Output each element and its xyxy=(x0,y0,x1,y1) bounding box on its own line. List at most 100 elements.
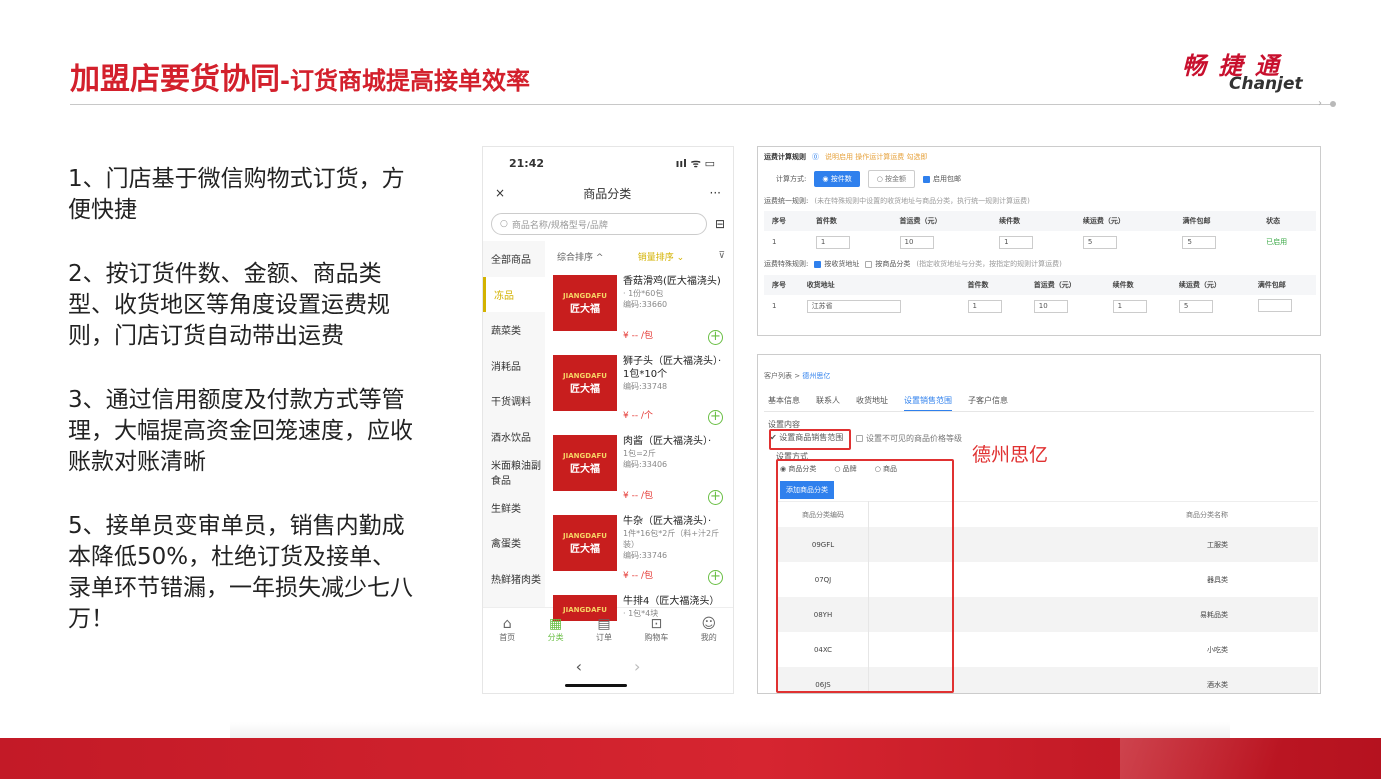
general-rule-note: (未在特殊规则中设置的收货地址与商品分类，执行统一规则计算运费) xyxy=(814,197,1030,205)
free-count-input[interactable]: 5 xyxy=(1182,235,1217,249)
freight-header: 运费计算规则 ⓪ 说明启用 操作运计算运费 勾选即 xyxy=(758,147,1320,167)
product-price: ¥ -- /包 xyxy=(623,491,653,501)
add-to-cart-icon[interactable]: + xyxy=(708,410,723,425)
page-title: 加盟店要货协同-订货商城提高接单效率 xyxy=(70,54,530,98)
point-3: 3、通过信用额度及付款方式等管理，大幅提高资金回笼速度，应收账款对账清晰 xyxy=(68,387,413,475)
product-code: 编码:33406 xyxy=(623,460,668,469)
title-sub: -订货商城提高接单效率 xyxy=(280,67,530,95)
special-opt-category[interactable]: 按商品分类 xyxy=(865,259,910,269)
column-header: 首运费（元） xyxy=(891,211,992,231)
free-count-input[interactable] xyxy=(1257,298,1292,312)
filter-icon[interactable]: ⊽ xyxy=(718,251,725,261)
tab-basic-info[interactable]: 基本信息 xyxy=(768,395,800,412)
add-to-cart-icon[interactable]: + xyxy=(708,570,723,585)
add-to-cart-icon[interactable]: + xyxy=(708,330,723,345)
checkbox-icon xyxy=(856,435,863,442)
first-fee-input[interactable]: 10 xyxy=(1033,299,1068,313)
chanjet-logo: 畅 捷 通 Chanjet xyxy=(1182,46,1322,96)
tab-contacts[interactable]: 联系人 xyxy=(816,395,840,412)
tab-sub-customers[interactable]: 子客户信息 xyxy=(968,395,1008,412)
column-header: 续件数 xyxy=(991,211,1075,231)
mode-by-count-button[interactable]: ◉ 按件数 xyxy=(814,171,860,187)
category-item[interactable]: 生鲜类 xyxy=(483,490,545,526)
tab-home[interactable]: ⌂ 首页 xyxy=(499,616,515,643)
column-header: 续运费（元） xyxy=(1170,275,1250,295)
tab-cart[interactable]: ⊡ 购物车 xyxy=(644,616,668,643)
column-header: 首运费（元） xyxy=(1025,275,1105,295)
category-item[interactable]: 全部商品 xyxy=(483,241,545,277)
checkbox-label: 按收货地址 xyxy=(824,260,860,268)
add-to-cart-icon[interactable]: + xyxy=(708,490,723,505)
first-fee-input[interactable]: 10 xyxy=(899,235,934,249)
extra-fee-input[interactable]: 5 xyxy=(1082,235,1117,249)
special-rule-label: 运费特殊规则: xyxy=(764,260,809,268)
special-opt-address[interactable]: 按收货地址 xyxy=(814,259,859,269)
back-icon[interactable]: ‹ xyxy=(576,657,582,676)
customer-sales-range-panel: 客户列表 > 德州思亿 基本信息 联系人 收货地址 设置销售范围 子客户信息 设… xyxy=(757,354,1321,694)
tab-divider xyxy=(764,411,1314,412)
help-icon[interactable]: ⓪ xyxy=(812,152,819,162)
product-image: JIANGDAFU 匠大福 xyxy=(553,435,617,491)
extra-count-input[interactable]: 1 xyxy=(999,235,1034,249)
product-name: 牛杂（匠大福浇头）· xyxy=(623,516,712,527)
free-shipping-toggle[interactable]: 启用包邮 xyxy=(923,174,961,184)
title-divider xyxy=(70,104,1332,105)
product-name: 香菇滑鸡(匠大福浇头) xyxy=(623,276,721,287)
calc-mode-row: 计算方式: ◉ 按件数 ○ 按金额 启用包邮 xyxy=(758,167,1320,191)
home-icon: ⌂ xyxy=(502,616,512,632)
price-level-checkbox[interactable]: 设置不可见的商品价格等级 xyxy=(856,433,962,444)
category-item[interactable]: 干货调料 xyxy=(483,383,545,419)
free-shipping-label: 启用包邮 xyxy=(933,175,962,183)
forward-icon[interactable]: › xyxy=(634,657,640,676)
category-item-active[interactable]: 冻品 xyxy=(483,276,545,312)
category-item[interactable]: 米面粮油副食品 xyxy=(483,454,545,490)
tab-mine[interactable]: ☺ 我的 xyxy=(701,616,717,643)
product-item[interactable]: JIANGDAFU 匠大福 肉酱（匠大福浇头）· 1包=2斤 编码:33406 ¥… xyxy=(549,431,733,511)
first-count-input[interactable]: 1 xyxy=(967,299,1002,313)
tab-label: 我的 xyxy=(700,633,717,642)
more-icon[interactable]: ··· xyxy=(710,186,721,200)
checkbox-icon xyxy=(814,260,822,268)
category-item[interactable]: 消耗品 xyxy=(483,348,545,384)
product-image: JIANGDAFU 匠大福 xyxy=(553,355,617,411)
sort-combined[interactable]: 综合排序 ^ xyxy=(557,250,603,263)
breadcrumb-parent[interactable]: 客户列表 > xyxy=(764,372,802,380)
tab-sales-range[interactable]: 设置销售范围 xyxy=(904,395,952,412)
sort-sales[interactable]: 销量排序 ⌄ xyxy=(638,250,684,263)
tab-category[interactable]: ▦ 分类 xyxy=(548,616,564,643)
extra-fee-input[interactable]: 5 xyxy=(1178,299,1213,313)
freight-rules-panel: 运费计算规则 ⓪ 说明启用 操作运计算运费 勾选即 计算方式: ◉ 按件数 ○ … xyxy=(757,146,1321,336)
search-input[interactable]: ○ 商品名称/规格型号/品牌 xyxy=(491,213,707,235)
first-count-input[interactable]: 1 xyxy=(815,235,850,249)
product-info: 牛排4（匠大福浇头） · 1包*4块 xyxy=(623,595,729,618)
column-header: 满件包邮 xyxy=(1249,275,1316,295)
column-header: 续运费（元） xyxy=(1074,211,1175,231)
category-item[interactable]: 蔬菜类 xyxy=(483,312,545,348)
product-item[interactable]: JIANGDAFU 匠大福 香菇滑鸡(匠大福浇头) · 1份*60包 编码:336… xyxy=(549,271,733,351)
extra-count-input[interactable]: 1 xyxy=(1112,299,1147,313)
mode-by-amount-button[interactable]: ○ 按金额 xyxy=(867,170,916,188)
product-item[interactable]: JIANGDAFU 匠大福 牛杂（匠大福浇头）· 1件*16包*2斤（料+汁2斤装… xyxy=(549,511,733,591)
product-item[interactable]: JIANGDAFU 匠大福 狮子头（匠大福浇头）· 1包*10个 编码:33748… xyxy=(549,351,733,431)
tab-label: 购物车 xyxy=(644,633,669,642)
tab-orders[interactable]: ▤ 订单 xyxy=(596,616,612,643)
category-item[interactable]: 酒水饮品 xyxy=(483,419,545,455)
close-icon[interactable]: × xyxy=(495,186,505,200)
checkbox-label: 设置不可见的商品价格等级 xyxy=(866,434,962,443)
scan-icon[interactable]: ⊟ xyxy=(715,217,725,231)
address-input[interactable]: 江苏省 xyxy=(806,299,901,313)
column-header: 序号 xyxy=(764,211,808,231)
breadcrumb: 客户列表 > 德州思亿 xyxy=(764,371,830,381)
mobile-order-screen: 21:42 ııl ᯤ ▭ × 商品分类 ··· ○ 商品名称/规格型号/品牌 … xyxy=(482,146,734,694)
category-item[interactable]: 禽蛋类 xyxy=(483,525,545,561)
search-placeholder: 商品名称/规格型号/品牌 xyxy=(511,220,608,231)
customer-tabs: 基本信息 联系人 收货地址 设置销售范围 子客户信息 xyxy=(768,395,1008,412)
tab-address[interactable]: 收货地址 xyxy=(856,395,888,412)
product-item[interactable]: JIANGDAFU 牛排4（匠大福浇头） · 1包*4块 xyxy=(549,591,733,621)
mobile-page-title: 商品分类 xyxy=(583,186,632,201)
mobile-body: 全部商品 冻品 蔬菜类 消耗品 干货调料 酒水饮品 米面粮油副食品 生鲜类 禽蛋… xyxy=(483,241,733,621)
column-header: 续件数 xyxy=(1104,275,1171,295)
point-5: 5、接单员变审单员，销售内勤成本降低50%，杜绝订货及接单、录单环节错漏，一年损… xyxy=(68,513,413,632)
checkbox-icon xyxy=(865,260,873,268)
category-item[interactable]: 热鲜猪肉类 xyxy=(483,561,545,597)
